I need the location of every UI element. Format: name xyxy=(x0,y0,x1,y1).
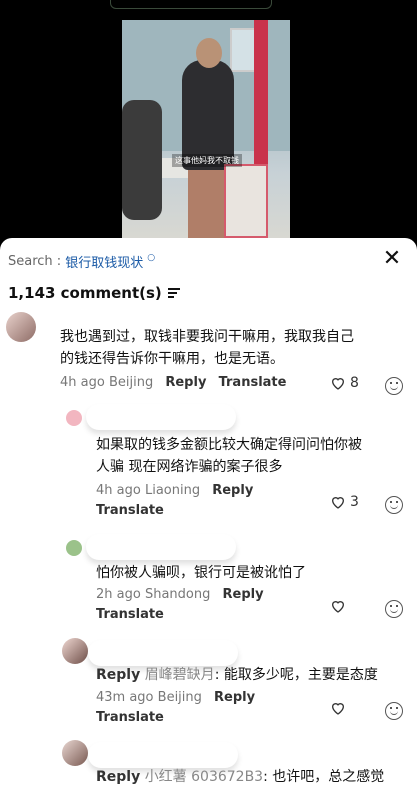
username-blurred xyxy=(88,742,238,768)
avatar[interactable] xyxy=(6,312,36,342)
video-person-head xyxy=(196,38,222,68)
translate-button[interactable]: Translate xyxy=(96,503,164,518)
comment-text-line: Reply 眉峰碧缺月: 能取多少呢，主要是态度 xyxy=(96,664,378,686)
video-person-legs xyxy=(188,168,224,238)
comment-time: 2h ago xyxy=(96,587,141,602)
video-frame[interactable]: 这事他妈我不取钱 xyxy=(122,20,290,238)
video-cabinet xyxy=(224,164,268,238)
search-query[interactable]: 银行取钱现状 xyxy=(65,252,143,271)
translate-button[interactable]: Translate xyxy=(96,710,164,725)
reply-to-user[interactable]: 眉峰碧缺月 xyxy=(145,667,215,683)
comment-text-line: 如果取的钱多金额比较大确定得问问怕你被 xyxy=(96,437,362,453)
reply-label: Reply xyxy=(96,667,141,683)
comment-time: 4h ago xyxy=(60,375,105,390)
comment-meta: 2h ago Shandong Reply xyxy=(96,587,264,602)
heart-icon xyxy=(331,497,345,509)
sort-icon[interactable] xyxy=(167,288,180,298)
emoji-icon[interactable] xyxy=(385,377,403,395)
video-caption: 这事他妈我不取钱 xyxy=(172,154,242,167)
comment-meta: 4h ago Beijing Reply Translate xyxy=(60,375,286,390)
avatar[interactable] xyxy=(66,540,82,556)
reply-label: Reply xyxy=(96,769,141,785)
reply-button[interactable]: Reply xyxy=(165,375,206,390)
heart-icon xyxy=(331,601,345,613)
like-button[interactable] xyxy=(330,700,346,716)
like-button[interactable]: 3 xyxy=(330,494,359,510)
comment-location: Beijing xyxy=(108,375,154,390)
video-player[interactable]: 这事他妈我不取钱 xyxy=(0,0,417,240)
username-blurred xyxy=(88,640,238,666)
comment-text-line: 的钱还得告诉你干嘛用，也是无语。 xyxy=(60,351,284,367)
emoji-icon[interactable] xyxy=(385,600,403,618)
reply-button[interactable]: Reply xyxy=(212,483,253,498)
like-button[interactable]: 8 xyxy=(330,375,359,391)
translate-button[interactable]: Translate xyxy=(96,607,164,622)
search-icon: ○ xyxy=(147,252,156,263)
reply-button[interactable]: Reply xyxy=(223,587,264,602)
comments-sheet: Search : 银行取钱现状 ○ ✕ 1,143 comment(s) 我也遇… xyxy=(0,238,417,800)
like-count: 8 xyxy=(350,375,359,391)
reply-button[interactable]: Reply xyxy=(214,690,255,705)
emoji-icon[interactable] xyxy=(385,702,403,720)
username-blurred xyxy=(86,534,236,560)
comment-meta: 4h ago Liaoning Reply xyxy=(96,483,253,498)
emoji-icon[interactable] xyxy=(385,496,403,514)
comment-text-line: 人骗 现在网络诈骗的案子很多 xyxy=(96,459,283,475)
reply-to-user[interactable]: 小红薯 603672B3 xyxy=(145,769,263,785)
comment-text-line: 我也遇到过，取钱非要我问干嘛用，我取我自己 xyxy=(60,329,354,345)
heart-icon xyxy=(331,378,345,390)
close-icon[interactable]: ✕ xyxy=(381,248,403,270)
video-seated-person xyxy=(122,100,162,220)
comment-location: Beijing xyxy=(157,690,202,705)
comment-meta: 43m ago Beijing Reply xyxy=(96,690,255,705)
like-count: 3 xyxy=(350,494,359,510)
comment-text: : 能取多少呢，主要是态度 xyxy=(214,667,378,683)
avatar[interactable] xyxy=(66,410,82,426)
comment-location: Liaoning xyxy=(144,483,201,498)
comment-text-line: Reply 小红薯 603672B3: 也许吧，总之感觉 xyxy=(96,766,384,788)
comment-time: 4h ago xyxy=(96,483,141,498)
comments-count-label: 1,143 comment(s) xyxy=(8,284,162,302)
comments-count: 1,143 comment(s) xyxy=(8,284,180,302)
comment-location: Shandong xyxy=(144,587,211,602)
avatar[interactable] xyxy=(62,740,88,766)
comment-time: 43m ago xyxy=(96,690,154,705)
comment-text-line: 怕你被人骗呗，银行可是被讹怕了 xyxy=(96,565,306,581)
username-blurred xyxy=(86,404,236,430)
translate-button[interactable]: Translate xyxy=(219,375,287,390)
avatar[interactable] xyxy=(62,638,88,664)
top-handle xyxy=(110,0,272,9)
search-label: Search : xyxy=(8,254,62,269)
like-button[interactable] xyxy=(330,598,346,614)
search-bar[interactable]: Search : 银行取钱现状 ○ xyxy=(8,252,156,272)
heart-icon xyxy=(331,703,345,715)
comment-text: : 也许吧，总之感觉 xyxy=(263,769,385,785)
